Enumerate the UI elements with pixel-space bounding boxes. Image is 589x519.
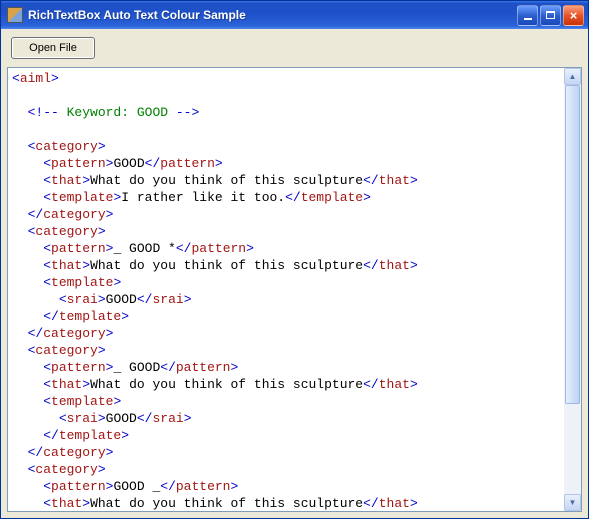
toolbar: Open File xyxy=(1,29,588,63)
app-window: RichTextBox Auto Text Colour Sample × Op… xyxy=(0,0,589,519)
minimize-icon xyxy=(524,18,532,20)
app-icon xyxy=(7,7,23,23)
titlebar[interactable]: RichTextBox Auto Text Colour Sample × xyxy=(1,1,588,29)
scroll-up-button[interactable]: ▲ xyxy=(564,68,581,85)
minimize-button[interactable] xyxy=(517,5,538,26)
richtextbox[interactable]: <aiml> <!-- Keyword: GOOD --> <category>… xyxy=(8,68,564,511)
scroll-thumb[interactable] xyxy=(565,85,580,404)
maximize-button[interactable] xyxy=(540,5,561,26)
open-file-button[interactable]: Open File xyxy=(11,37,95,59)
vertical-scrollbar[interactable]: ▲ ▼ xyxy=(564,68,581,511)
scroll-down-button[interactable]: ▼ xyxy=(564,494,581,511)
chevron-up-icon: ▲ xyxy=(569,72,577,81)
close-icon: × xyxy=(570,9,578,22)
window-title: RichTextBox Auto Text Colour Sample xyxy=(28,8,517,22)
richtextbox-container: <aiml> <!-- Keyword: GOOD --> <category>… xyxy=(7,67,582,512)
chevron-down-icon: ▼ xyxy=(569,498,577,507)
maximize-icon xyxy=(546,11,555,19)
close-button[interactable]: × xyxy=(563,5,584,26)
scroll-track[interactable] xyxy=(564,85,581,494)
window-controls: × xyxy=(517,5,584,26)
